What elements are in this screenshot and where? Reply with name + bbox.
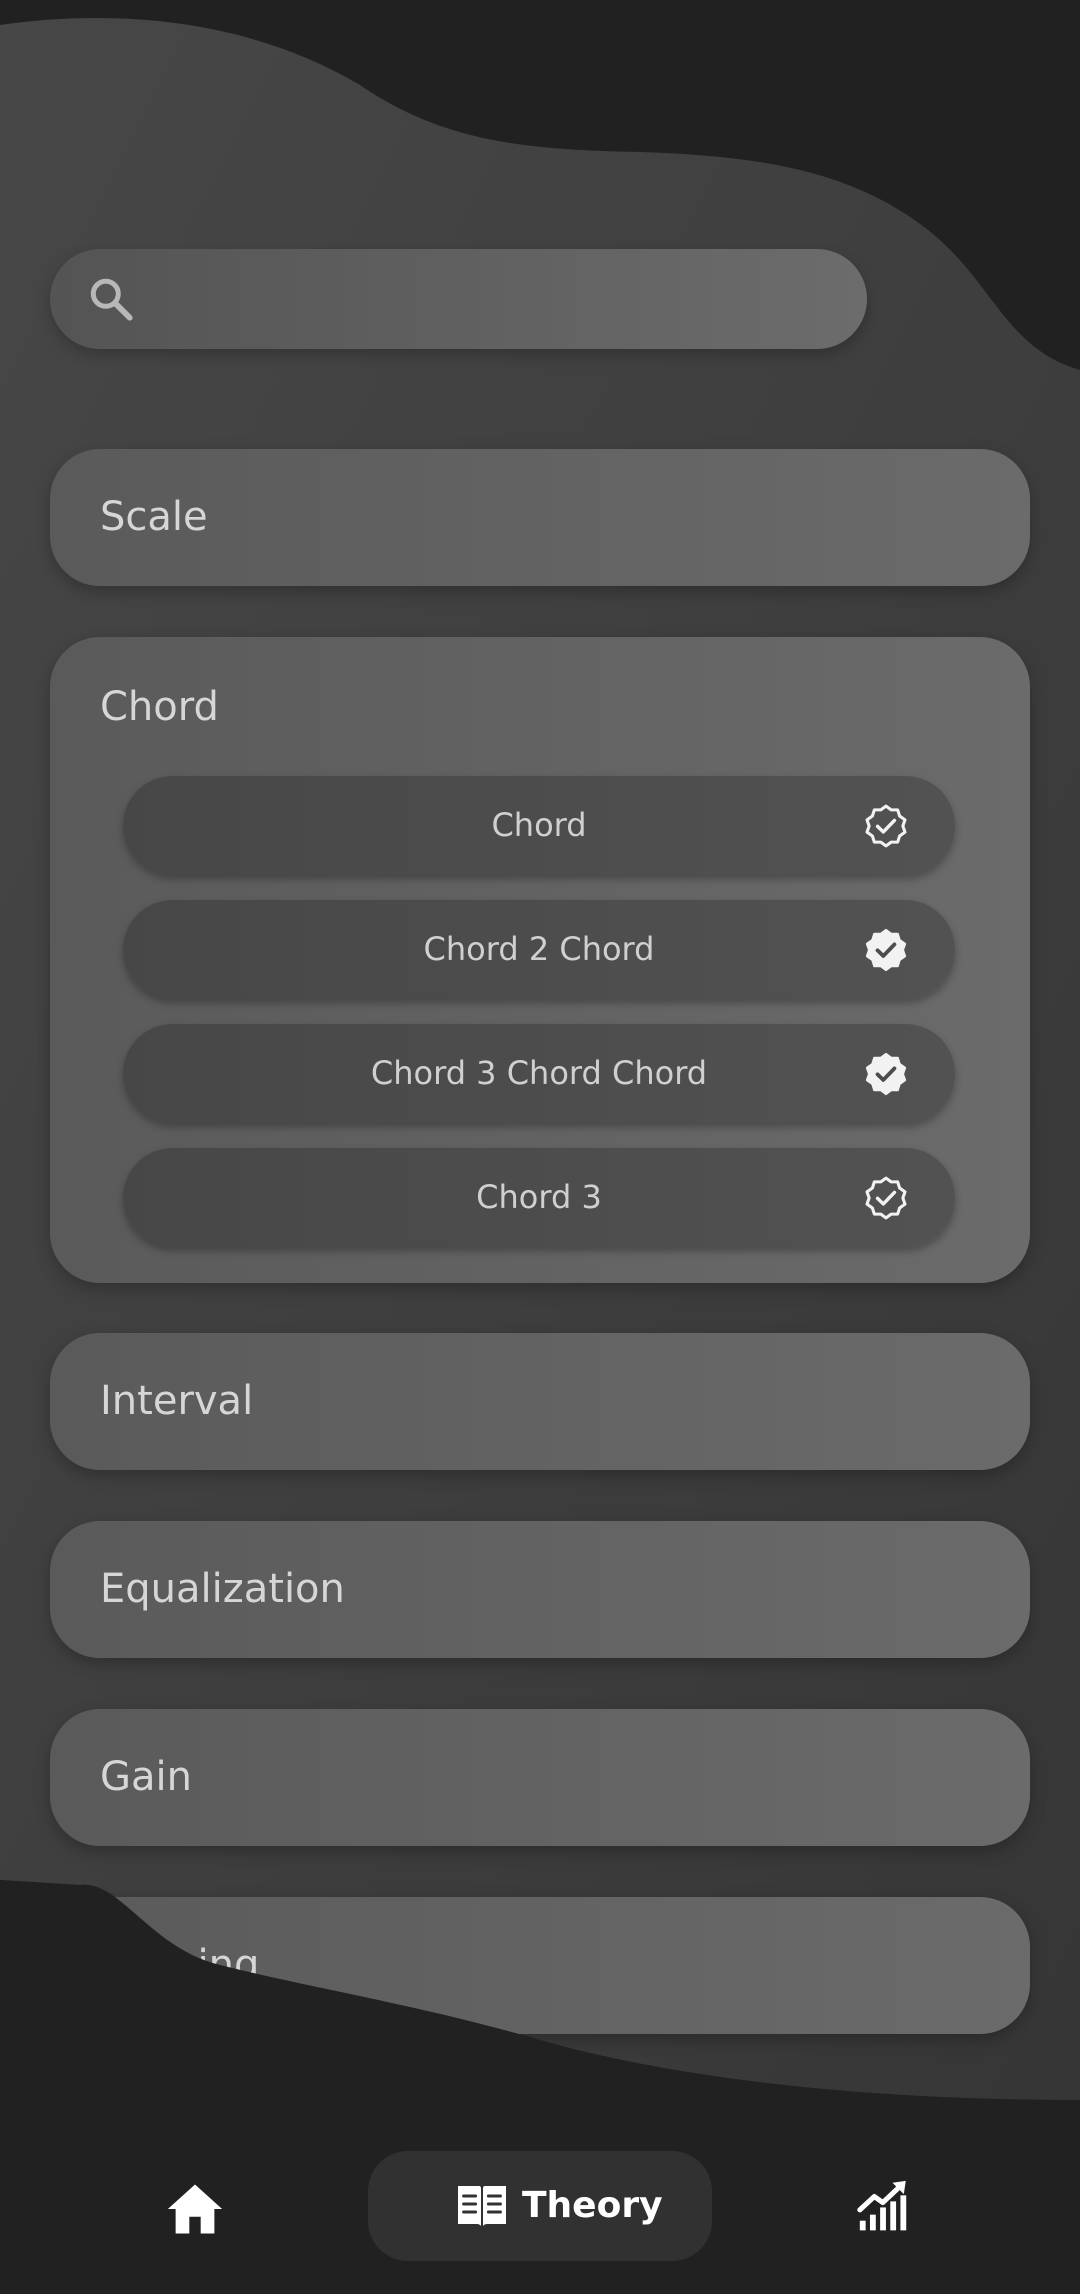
chord-item-label: Chord <box>491 806 587 844</box>
search-bar[interactable] <box>50 249 867 349</box>
verified-outline-icon <box>865 1176 907 1220</box>
nav-theory-label: Theory <box>522 2185 663 2226</box>
category-chord[interactable]: Chord Chord Chord 2 Chord Chord 3 Chord … <box>50 637 1030 1283</box>
category-title: Gain <box>100 1754 192 1800</box>
chord-item[interactable]: Chord 2 Chord <box>123 900 955 999</box>
bottom-navigation: Theory <box>0 2130 1080 2294</box>
search-icon <box>90 278 133 321</box>
category-title: Chord <box>100 684 219 730</box>
category-gain[interactable]: Gain <box>50 1709 1030 1846</box>
verified-filled-icon <box>865 928 907 972</box>
category-title: Equalization <box>100 1566 345 1612</box>
chord-item-label: Chord 3 <box>476 1178 602 1216</box>
stats-icon[interactable] <box>855 2176 913 2234</box>
home-icon[interactable] <box>164 2178 226 2240</box>
category-equalization[interactable]: Equalization <box>50 1521 1030 1658</box>
category-title: Scale <box>100 494 208 540</box>
chord-item[interactable]: Chord <box>123 776 955 875</box>
category-scale[interactable]: Scale <box>50 449 1030 586</box>
book-icon <box>458 2186 506 2226</box>
nav-theory-tab[interactable]: Theory <box>368 2151 712 2261</box>
category-panning[interactable]: Panning <box>50 1897 1030 2034</box>
category-title: Interval <box>100 1378 254 1424</box>
category-title: Panning <box>100 1942 260 1988</box>
verified-filled-icon <box>865 1052 907 1096</box>
chord-item[interactable]: Chord 3 <box>123 1148 955 1247</box>
chord-item[interactable]: Chord 3 Chord Chord <box>123 1024 955 1123</box>
verified-outline-icon <box>865 804 907 848</box>
chord-item-label: Chord 2 Chord <box>423 930 655 968</box>
chord-item-label: Chord 3 Chord Chord <box>370 1054 708 1092</box>
category-interval[interactable]: Interval <box>50 1333 1030 1470</box>
search-input[interactable] <box>160 249 840 349</box>
